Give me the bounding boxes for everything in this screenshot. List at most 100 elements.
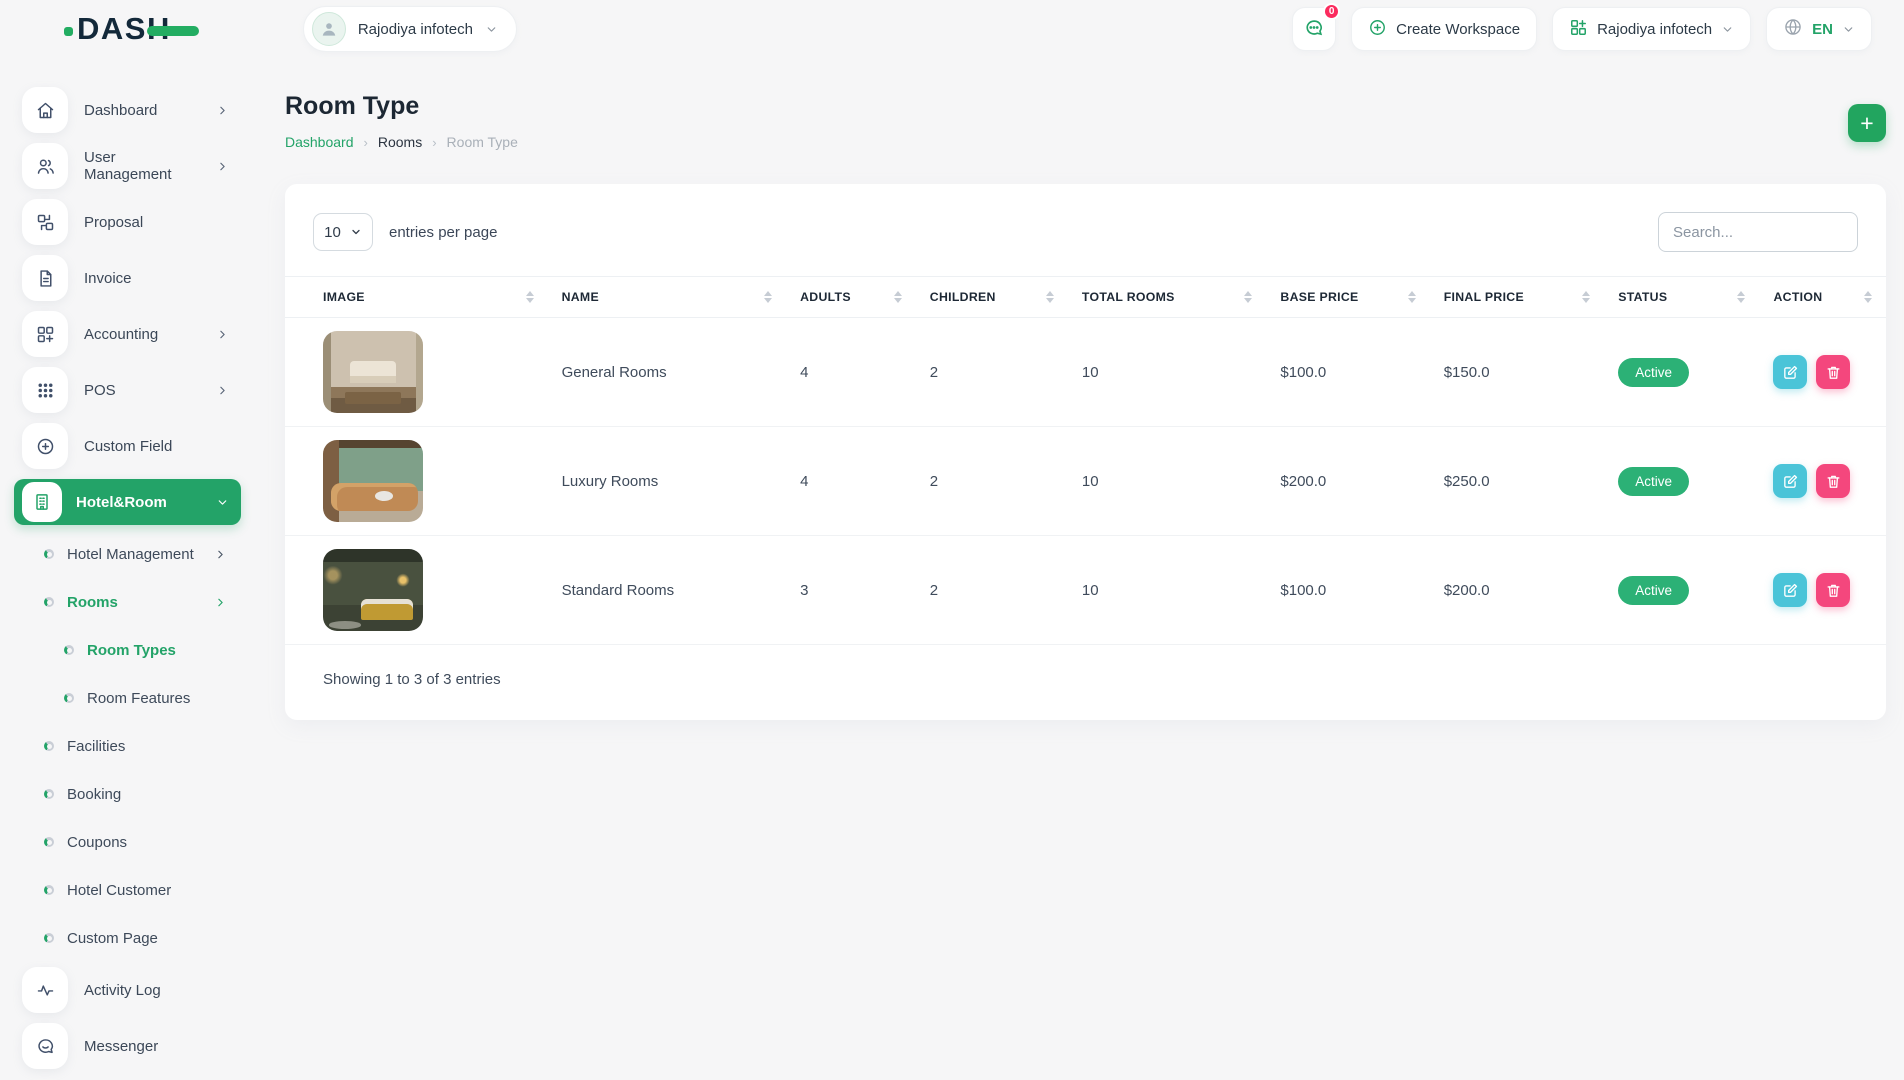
- base-price-cell: $200.0: [1266, 427, 1429, 536]
- delete-button[interactable]: [1816, 573, 1850, 607]
- create-workspace-label: Create Workspace: [1396, 21, 1520, 38]
- entries-per-page-select[interactable]: 10: [313, 213, 373, 251]
- chat-bubble-icon: [1303, 17, 1325, 42]
- sidebar-item-proposal[interactable]: Proposal: [0, 194, 255, 250]
- sidebar-subitem-hotel-management[interactable]: Hotel Management: [0, 530, 255, 578]
- sidebar-subitem-room-features[interactable]: Room Features: [0, 674, 255, 722]
- sidebar-item-label: Accounting: [84, 326, 158, 343]
- edit-button[interactable]: [1773, 573, 1807, 607]
- chevron-right-icon: [216, 384, 229, 397]
- bullet-icon: [44, 789, 54, 799]
- activity-pulse-icon: [22, 967, 68, 1013]
- sidebar-subitem-custom-page[interactable]: Custom Page: [0, 914, 255, 962]
- sidebar-subitem-label: Hotel Management: [67, 546, 194, 563]
- delete-button[interactable]: [1816, 355, 1850, 389]
- accounting-icon: [22, 311, 68, 357]
- notification-badge: 0: [1323, 3, 1340, 20]
- top-header: DASH Rajodiya infotech 0 Create Workspac…: [0, 0, 1904, 58]
- logo-dash-icon: [147, 26, 199, 36]
- breadcrumb-rooms-link[interactable]: Rooms: [378, 134, 422, 150]
- sidebar-subitem-label: Custom Page: [67, 930, 158, 947]
- delete-button[interactable]: [1816, 464, 1850, 498]
- sort-icon: [1864, 291, 1872, 303]
- adults-cell: 4: [786, 318, 916, 427]
- sidebar-item-accounting[interactable]: Accounting: [0, 306, 255, 362]
- sort-icon: [1408, 291, 1416, 303]
- language-code: EN: [1812, 21, 1833, 38]
- edit-button[interactable]: [1773, 464, 1807, 498]
- workspace-menu-label: Rajodiya infotech: [1597, 21, 1712, 38]
- column-header-total-rooms[interactable]: TOTAL ROOMS: [1068, 277, 1267, 318]
- sort-icon: [894, 291, 902, 303]
- workspace-switcher[interactable]: Rajodiya infotech: [303, 6, 517, 52]
- sidebar-subitem-label: Hotel Customer: [67, 882, 171, 899]
- column-header-children[interactable]: CHILDREN: [916, 277, 1068, 318]
- language-selector[interactable]: EN: [1766, 7, 1872, 51]
- children-cell: 2: [916, 536, 1068, 645]
- sidebar-item-activity-log[interactable]: Activity Log: [0, 962, 255, 1018]
- column-header-image[interactable]: IMAGE: [285, 277, 548, 318]
- bullet-icon: [44, 837, 54, 847]
- status-badge: Active: [1618, 358, 1689, 387]
- column-header-adults[interactable]: ADULTS: [786, 277, 916, 318]
- room-type-card: 10 entries per page IMAGE NAME ADULTS CH…: [285, 184, 1886, 720]
- sidebar-item-messenger[interactable]: Messenger: [0, 1018, 255, 1074]
- proposal-icon: [22, 199, 68, 245]
- bullet-icon: [44, 885, 54, 895]
- table-row: Standard Rooms 3 2 10 $100.0 $200.0 Acti…: [285, 536, 1886, 645]
- bullet-icon: [44, 597, 54, 607]
- final-price-cell: $250.0: [1430, 427, 1605, 536]
- sidebar-item-hotel-room[interactable]: Hotel&Room: [14, 479, 241, 525]
- search-input[interactable]: [1658, 212, 1858, 252]
- room-types-table: IMAGE NAME ADULTS CHILDREN TOTAL ROOMS B…: [285, 276, 1886, 645]
- total-rooms-cell: 10: [1068, 536, 1267, 645]
- edit-pencil-icon: [1782, 582, 1799, 599]
- sidebar-subitem-coupons[interactable]: Coupons: [0, 818, 255, 866]
- app-logo: DASH: [64, 11, 199, 47]
- sidebar-item-pos[interactable]: POS: [0, 362, 255, 418]
- sidebar-subitem-label: Facilities: [67, 738, 125, 755]
- plus-circle-icon: [1368, 18, 1387, 41]
- column-header-status[interactable]: STATUS: [1604, 277, 1759, 318]
- sidebar-subitem-label: Rooms: [67, 594, 118, 611]
- column-header-final-price[interactable]: FINAL PRICE: [1430, 277, 1605, 318]
- column-header-name[interactable]: NAME: [548, 277, 787, 318]
- chevron-right-icon: [216, 328, 229, 341]
- users-icon: [22, 143, 68, 189]
- sidebar-item-user-management[interactable]: User Management: [0, 138, 255, 194]
- table-row: Luxury Rooms 4 2 10 $200.0 $250.0 Active: [285, 427, 1886, 536]
- column-header-action[interactable]: ACTION: [1759, 277, 1886, 318]
- chevron-right-icon: [216, 160, 229, 173]
- sidebar-subitem-label: Coupons: [67, 834, 127, 851]
- sidebar-item-invoice[interactable]: Invoice: [0, 250, 255, 306]
- breadcrumb-current: Room Type: [447, 134, 518, 150]
- add-room-type-button[interactable]: +: [1848, 104, 1886, 142]
- logo-dot-icon: [64, 27, 73, 36]
- hotel-building-icon: [22, 482, 62, 522]
- sidebar-item-label: Invoice: [84, 270, 132, 287]
- sidebar-subitem-rooms[interactable]: Rooms: [0, 578, 255, 626]
- messages-button[interactable]: 0: [1292, 7, 1336, 51]
- edit-pencil-icon: [1782, 473, 1799, 490]
- sidebar-item-label: Activity Log: [84, 982, 161, 999]
- edit-button[interactable]: [1773, 355, 1807, 389]
- sidebar-subitem-facilities[interactable]: Facilities: [0, 722, 255, 770]
- breadcrumb-dashboard-link[interactable]: Dashboard: [285, 134, 354, 150]
- workspace-menu-button[interactable]: Rajodiya infotech: [1552, 7, 1751, 51]
- sidebar-subitem-hotel-customer[interactable]: Hotel Customer: [0, 866, 255, 914]
- room-name-cell: Standard Rooms: [548, 536, 787, 645]
- create-workspace-button[interactable]: Create Workspace: [1351, 7, 1537, 51]
- table-header-row: IMAGE NAME ADULTS CHILDREN TOTAL ROOMS B…: [285, 277, 1886, 318]
- children-cell: 2: [916, 318, 1068, 427]
- sidebar-subitem-booking[interactable]: Booking: [0, 770, 255, 818]
- chevron-right-icon: [216, 104, 229, 117]
- sidebar-item-custom-field[interactable]: Custom Field: [0, 418, 255, 474]
- sidebar-subitem-room-types[interactable]: Room Types: [0, 626, 255, 674]
- messenger-chat-icon: [22, 1023, 68, 1069]
- sidebar-item-dashboard[interactable]: Dashboard: [0, 82, 255, 138]
- entries-per-page-value: 10: [324, 224, 341, 241]
- column-header-base-price[interactable]: BASE PRICE: [1266, 277, 1429, 318]
- sort-icon: [1046, 291, 1054, 303]
- sidebar-subitem-label: Room Features: [87, 690, 190, 707]
- sort-icon: [1244, 291, 1252, 303]
